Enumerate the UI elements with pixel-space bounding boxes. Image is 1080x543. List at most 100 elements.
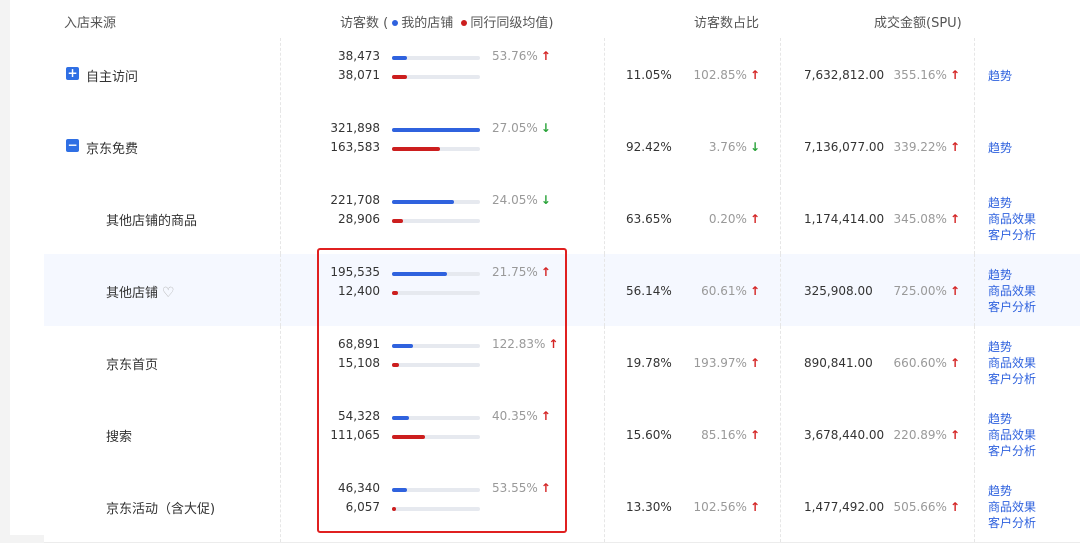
peer-visitors: 12,400 [338, 284, 380, 298]
visitor-change: 21.75% ↑ [492, 265, 551, 279]
peer-visitors-bar-fill [392, 219, 403, 223]
peer-visitors-bar [392, 507, 480, 511]
product-effect-link[interactable]: 商品效果 [988, 211, 1036, 227]
heart-icon[interactable]: ♡ [162, 285, 175, 301]
my-visitors-bar [392, 416, 480, 420]
row-actions: 趋势 商品效果 客户分析 [988, 483, 1036, 531]
legend-peer-dot-icon [461, 20, 468, 26]
my-visitors-bar-fill [392, 56, 407, 60]
column-divider [780, 326, 781, 398]
expand-icon[interactable]: + [66, 67, 79, 80]
share-change: 85.16% ↑ [676, 428, 760, 442]
traffic-source-panel: 入店来源 访客数 (我的店铺 同行同级均值) 访客数占比 成交金额(SPU) +… [10, 0, 1080, 543]
gmv-change-value: 660.60% [893, 356, 947, 370]
my-visitors: 68,891 [338, 337, 380, 351]
legend-open: ( [383, 16, 389, 31]
source-label: 京东免费 [86, 142, 139, 157]
column-divider [280, 254, 281, 326]
customer-analysis-link[interactable]: 客户分析 [988, 371, 1036, 387]
share-change-value: 102.56% [693, 500, 747, 514]
my-visitors: 54,328 [338, 409, 380, 423]
peer-visitors: 28,906 [338, 212, 380, 226]
source-label: 京东首页 [106, 358, 159, 373]
arrow-up-icon: ↑ [548, 337, 559, 351]
column-divider [280, 38, 281, 110]
share-change: 102.56% ↑ [676, 500, 760, 514]
trend-link[interactable]: 趋势 [988, 195, 1036, 211]
visitor-share: 15.60% [626, 428, 672, 442]
column-divider [280, 326, 281, 398]
column-divider [280, 398, 281, 470]
product-effect-link[interactable]: 商品效果 [988, 283, 1036, 299]
customer-analysis-link[interactable]: 客户分析 [988, 227, 1036, 243]
arrow-up-icon: ↑ [949, 212, 960, 226]
trend-link[interactable]: 趋势 [988, 140, 1012, 156]
share-change-value: 85.16% [701, 428, 747, 442]
column-divider [280, 110, 281, 182]
trend-link[interactable]: 趋势 [988, 339, 1036, 355]
gmv-change-value: 339.22% [893, 140, 947, 154]
gmv-change: 339.22% ↑ [882, 140, 960, 154]
arrow-up-icon: ↑ [749, 356, 760, 370]
customer-analysis-link[interactable]: 客户分析 [988, 443, 1036, 459]
header-visitors-label: 访客数 [340, 16, 380, 31]
gmv-change-value: 355.16% [893, 68, 947, 82]
table-row[interactable]: 京东首页 68,891 15,108 122.83% ↑ 19.78% 193.97% ↑ 89… [44, 326, 1080, 399]
my-visitors-bar-fill [392, 416, 409, 420]
table-row[interactable]: − 京东免费 321,898 163,583 27.05% ↓ 92.42% 3.76% ↓ 7,… [44, 110, 1080, 183]
share-change: 0.20% ↑ [676, 212, 760, 226]
arrow-up-icon: ↑ [949, 500, 960, 514]
trend-link[interactable]: 趋势 [988, 483, 1036, 499]
collapse-icon[interactable]: − [66, 139, 79, 152]
visitor-share: 19.78% [626, 356, 672, 370]
product-effect-link[interactable]: 商品效果 [988, 427, 1036, 443]
my-visitors: 46,340 [338, 481, 380, 495]
source-name: 其他店铺 ♡ [106, 282, 175, 301]
peer-visitors-bar-fill [392, 291, 399, 295]
visitor-change: 27.05% ↓ [492, 121, 551, 135]
source-name: 其他店铺的商品 [106, 210, 197, 229]
product-effect-link[interactable]: 商品效果 [988, 355, 1036, 371]
column-divider [780, 182, 781, 254]
gmv-change: 660.60% ↑ [882, 356, 960, 370]
visitor-change-value: 53.76% [492, 49, 538, 63]
arrow-down-icon: ↓ [540, 121, 551, 135]
trend-link[interactable]: 趋势 [988, 411, 1036, 427]
share-change-value: 3.76% [708, 140, 747, 154]
my-visitors-bar [392, 272, 480, 276]
customer-analysis-link[interactable]: 客户分析 [988, 515, 1036, 531]
peer-visitors: 38,071 [338, 68, 380, 82]
peer-visitors: 163,583 [330, 140, 380, 154]
table-row[interactable]: 其他店铺 ♡ 195,535 12,400 21.75% ↑ 56.14% 60.61% ↑ 32… [44, 254, 1080, 327]
peer-visitors-bar-fill [392, 147, 440, 151]
column-divider [974, 38, 975, 110]
product-effect-link[interactable]: 商品效果 [988, 499, 1036, 515]
column-divider [604, 254, 605, 326]
arrow-up-icon: ↑ [749, 500, 760, 514]
arrow-up-icon: ↑ [540, 409, 551, 423]
visitor-share: 56.14% [626, 284, 672, 298]
table-row[interactable]: 其他店铺的商品 221,708 28,906 24.05% ↓ 63.65% 0.20% ↑ 1… [44, 182, 1080, 255]
customer-analysis-link[interactable]: 客户分析 [988, 299, 1036, 315]
trend-link[interactable]: 趋势 [988, 68, 1012, 84]
visitor-change: 122.83% ↑ [492, 337, 558, 351]
gmv-change: 505.66% ↑ [882, 500, 960, 514]
table-row[interactable]: + 自主访问 38,473 38,071 53.76% ↑ 11.05% 102.85% ↑ 7,… [44, 38, 1080, 111]
source-label: 搜索 [106, 430, 133, 445]
arrow-up-icon: ↑ [540, 481, 551, 495]
gmv-value: 325,908.00 [804, 284, 873, 298]
peer-visitors-bar [392, 363, 480, 367]
peer-visitors: 15,108 [338, 356, 380, 370]
trend-link[interactable]: 趋势 [988, 267, 1036, 283]
legend-mine-dot-icon [392, 20, 399, 26]
column-divider [604, 110, 605, 182]
source-name: 自主访问 [86, 66, 138, 85]
peer-visitors-bar [392, 147, 480, 151]
arrow-up-icon: ↑ [540, 49, 551, 63]
visitor-change-value: 24.05% [492, 193, 538, 207]
arrow-up-icon: ↑ [749, 68, 760, 82]
table-row[interactable]: 搜索 54,328 111,065 40.35% ↑ 15.60% 85.16% ↑ 3,678… [44, 398, 1080, 471]
visitor-share: 11.05% [626, 68, 672, 82]
column-divider [280, 182, 281, 254]
table-row[interactable]: 京东活动（含大促) 46,340 6,057 53.55% ↑ 13.30% 102.56%… [44, 470, 1080, 543]
